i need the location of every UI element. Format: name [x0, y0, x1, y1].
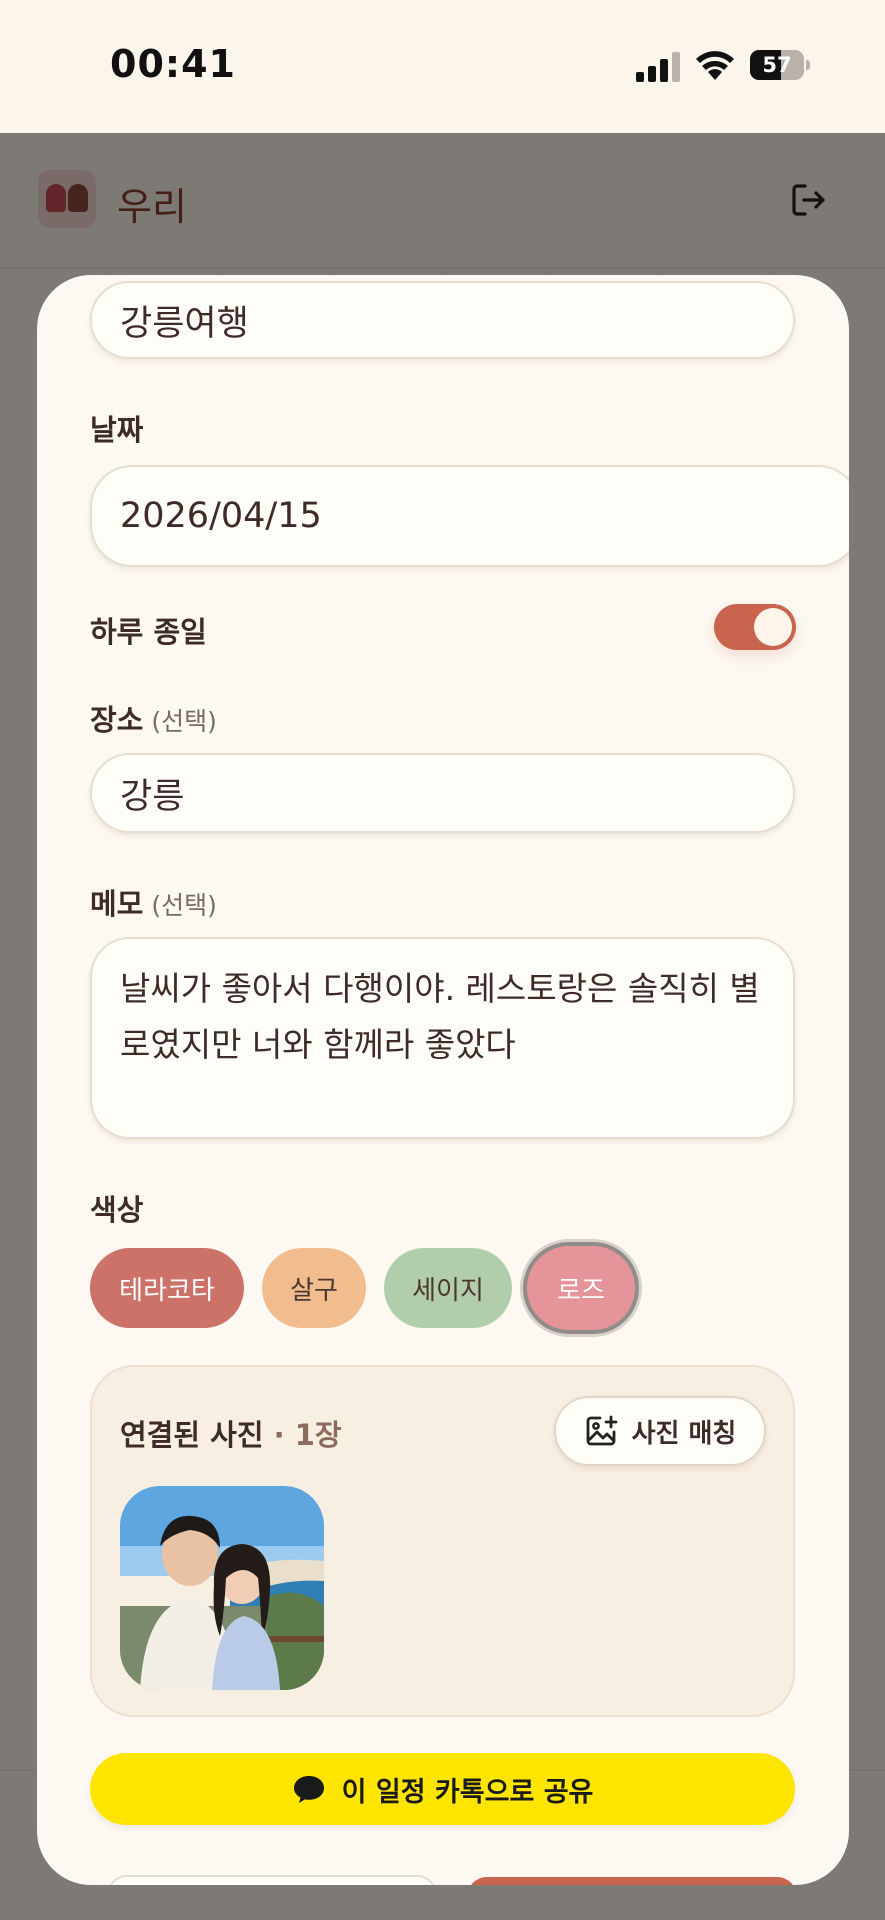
photo-match-button[interactable]: 사진 매칭 [554, 1396, 766, 1466]
kakao-share-label: 이 일정 카톡으로 공유 [341, 1776, 594, 1808]
cancel-button[interactable] [107, 1875, 437, 1885]
linked-photo-thumbnail[interactable] [120, 1486, 324, 1690]
date-input[interactable]: 2026/04/15 [90, 465, 849, 567]
memo-optional: (선택) [151, 891, 217, 920]
date-label: 날짜 [90, 413, 144, 447]
linked-photos-title: 연결된 사진 · 1장 [120, 1418, 342, 1452]
memo-label: 메모 (선택) [90, 887, 217, 921]
kakao-share-button[interactable]: 이 일정 카톡으로 공유 [90, 1753, 795, 1825]
battery-icon: 57 [750, 50, 810, 80]
location-optional: (선택) [151, 707, 217, 736]
battery-level: 57 [762, 53, 792, 77]
color-chip-apricot[interactable]: 살구 [262, 1248, 366, 1328]
toggle-knob [754, 608, 792, 646]
location-input[interactable]: 강릉 [90, 753, 795, 833]
photo-count: · 1장 [273, 1418, 342, 1452]
linked-photos-card: 연결된 사진 · 1장 사진 매칭 [90, 1365, 795, 1717]
photo-match-label: 사진 매칭 [631, 1418, 737, 1449]
status-bar: 00:41 57 [0, 0, 885, 133]
status-time: 00:41 [110, 42, 236, 86]
all-day-toggle[interactable] [714, 604, 796, 650]
location-label: 장소 (선택) [90, 703, 217, 737]
color-label: 색상 [90, 1193, 144, 1227]
color-chip-rose[interactable]: 로즈 [523, 1242, 639, 1334]
title-input[interactable]: 강릉여행 [90, 281, 795, 359]
signal-icon [636, 52, 680, 82]
memo-textarea[interactable]: 날씨가 좋아서 다행이야. 레스토랑은 솔직히 별로였지만 너와 함께라 좋았다 [90, 937, 795, 1139]
wifi-icon [696, 51, 734, 80]
color-chip-sage[interactable]: 세이지 [384, 1248, 512, 1328]
event-edit-modal: 강릉여행 날짜 2026/04/15 하루 종일 장소 (선택) 강릉 메모 (선택… [37, 275, 849, 1885]
save-button[interactable] [467, 1877, 797, 1885]
add-photo-icon [586, 1415, 618, 1446]
all-day-label: 하루 종일 [90, 615, 207, 649]
chat-bubble-icon [293, 1776, 324, 1803]
color-chip-terracotta[interactable]: 테라코타 [90, 1248, 244, 1328]
